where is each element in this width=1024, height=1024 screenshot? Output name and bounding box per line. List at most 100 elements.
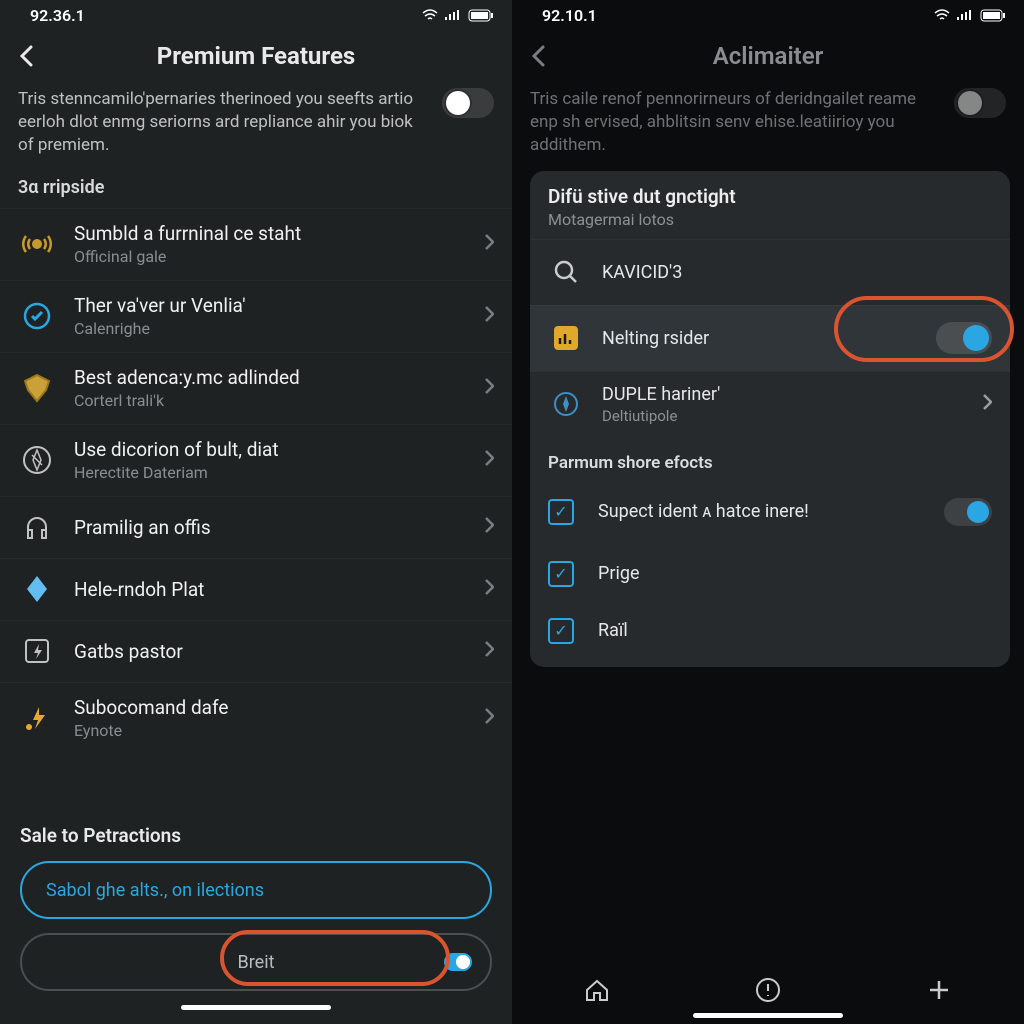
feature-row[interactable]: Pramilig an offis [0, 496, 512, 558]
home-icon [583, 976, 611, 1004]
nav-home[interactable] [583, 976, 611, 1008]
header: Premium Features [0, 30, 512, 82]
row-title: Pramilig an offis [74, 516, 484, 539]
card-subtitle: Motagermai lotos [548, 210, 992, 229]
description-text: Tris caile renof pennorirneurs of deridn… [530, 88, 940, 157]
headset-icon [18, 508, 56, 546]
left-pane: 92.36.1 Premium Features Tris stenncamil… [0, 0, 512, 1024]
feature-row[interactable]: Hele-rndoh Plat [0, 558, 512, 620]
page-title: Premium Features [0, 42, 512, 70]
checkbox-icon[interactable]: ✓ [548, 618, 574, 644]
chart-icon [548, 320, 584, 356]
search-icon [548, 254, 584, 290]
check-label: Supect ident ᴀ hatce inere! [598, 501, 944, 522]
status-time: 92.36.1 [30, 6, 85, 25]
page-title: Aclimaiter [512, 42, 1024, 70]
row-subtitle: Eynote [74, 721, 484, 740]
row-subtitle: Herectite Dateriam [74, 463, 484, 482]
row-title: Sumbld a furrninal ce staht [74, 222, 484, 245]
status-indicators [422, 9, 494, 22]
primary-action-label: Sabol ghe alts., on ilections [46, 880, 264, 901]
status-indicators [934, 9, 1006, 22]
master-toggle[interactable] [442, 88, 494, 118]
right-pane: 92.10.1 Aclimaiter Tris caile renof penn… [512, 0, 1024, 1024]
check-label: Raïl [598, 620, 992, 641]
alert-icon [754, 976, 782, 1004]
chevron-right-icon [484, 305, 494, 327]
wifi-icon [934, 9, 950, 21]
footer: Sale to Petractions Sabol ghe alts., on … [0, 814, 512, 1024]
master-toggle[interactable] [954, 88, 1006, 118]
status-time: 92.10.1 [542, 6, 597, 25]
row-title: Gatbs pastor [74, 640, 484, 663]
row-subtitle: Calenrighe [74, 319, 484, 338]
description-block: Tris stenncamilo'pernaries therinoed you… [0, 82, 512, 171]
broadcast-icon [18, 225, 56, 263]
footer-label: Sale to Petractions [20, 814, 492, 861]
row-title: Use dicorion of bult, diat [74, 438, 484, 461]
check-row[interactable]: ✓ Supect ident ᴀ hatce inere! [530, 481, 1010, 543]
row-title: Ther va'ver ur Venlia' [74, 294, 484, 317]
battery-icon [468, 9, 494, 22]
secondary-action-label: Breit [238, 952, 275, 973]
toggle-row[interactable]: Nelting rsider [530, 305, 1010, 371]
chevron-right-icon [484, 707, 494, 729]
search-row[interactable]: KAVICID'3 [530, 239, 1010, 305]
chevron-right-icon [484, 377, 494, 399]
card-title: Difü stive dut gnctight [548, 185, 992, 208]
home-indicator [181, 1005, 331, 1010]
toggle-row-label: Nelting rsider [602, 328, 936, 349]
row-title: Best adenca:y.mc adlinded [74, 366, 484, 389]
nav-row[interactable]: DUPLE hariner' Deltiutipole [530, 371, 1010, 437]
signal-icon [444, 9, 462, 21]
bottom-nav [512, 960, 1024, 1024]
row-toggle[interactable] [936, 322, 992, 354]
nav-add[interactable] [925, 976, 953, 1008]
settings-card: Difü stive dut gnctight Motagermai lotos… [530, 171, 1010, 667]
row-subtitle: Officinal gale [74, 247, 484, 266]
card-header: Difü stive dut gnctight Motagermai lotos [530, 171, 1010, 239]
feature-row[interactable]: Sumbld a furrninal ce staht Officinal gal… [0, 208, 512, 280]
compass-target-icon [548, 386, 584, 422]
row-subtitle: Corterl trali'k [74, 391, 484, 410]
secondary-action-button[interactable]: Breit [20, 933, 492, 991]
spark-icon [18, 699, 56, 737]
chevron-right-icon [484, 449, 494, 471]
description-text: Tris stenncamilo'pernaries therinoed you… [18, 88, 428, 157]
secondary-toggle[interactable] [444, 953, 472, 971]
feature-row[interactable]: Gatbs pastor [0, 620, 512, 682]
header: Aclimaiter [512, 30, 1024, 82]
feature-row[interactable]: Subocomand dafe Eynote [0, 682, 512, 754]
chevron-right-icon [484, 516, 494, 538]
row-title: Hele-rndoh Plat [74, 578, 484, 601]
check-row[interactable]: ✓ Prige [530, 543, 1010, 605]
check-label: Prige [598, 563, 992, 584]
plus-icon [925, 976, 953, 1004]
feature-row[interactable]: Ther va'ver ur Venlia' Calenrighe [0, 280, 512, 352]
bolt-square-icon [18, 632, 56, 670]
primary-action-button[interactable]: Sabol ghe alts., on ilections [20, 861, 492, 919]
feature-row[interactable]: Best adenca:y.mc adlinded Corterl trali'k [0, 352, 512, 424]
home-indicator [693, 1013, 843, 1018]
search-value: KAVICID'3 [602, 262, 992, 283]
shield-icon [18, 369, 56, 407]
card-section-label: Parmum shore efocts [530, 437, 1010, 481]
compass-icon [18, 441, 56, 479]
chevron-right-icon [484, 640, 494, 662]
status-bar: 92.10.1 [512, 0, 1024, 30]
checkbox-icon[interactable]: ✓ [548, 561, 574, 587]
check-circle-icon [18, 297, 56, 335]
check-row[interactable]: ✓ Raïl [530, 605, 1010, 667]
row-title: Subocomand dafe [74, 696, 484, 719]
description-block: Tris caile renof pennorirneurs of deridn… [512, 82, 1024, 171]
feature-row[interactable]: Use dicorion of bult, diat Herectite Date… [0, 424, 512, 496]
nav-alert[interactable] [754, 976, 782, 1008]
nav-row-title: DUPLE hariner' [602, 384, 982, 405]
check-toggle[interactable] [944, 498, 992, 526]
nav-row-subtitle: Deltiutipole [602, 407, 982, 425]
chevron-right-icon [982, 393, 992, 415]
battery-icon [980, 9, 1006, 22]
chevron-right-icon [484, 233, 494, 255]
checkbox-icon[interactable]: ✓ [548, 499, 574, 525]
status-bar: 92.36.1 [0, 0, 512, 30]
